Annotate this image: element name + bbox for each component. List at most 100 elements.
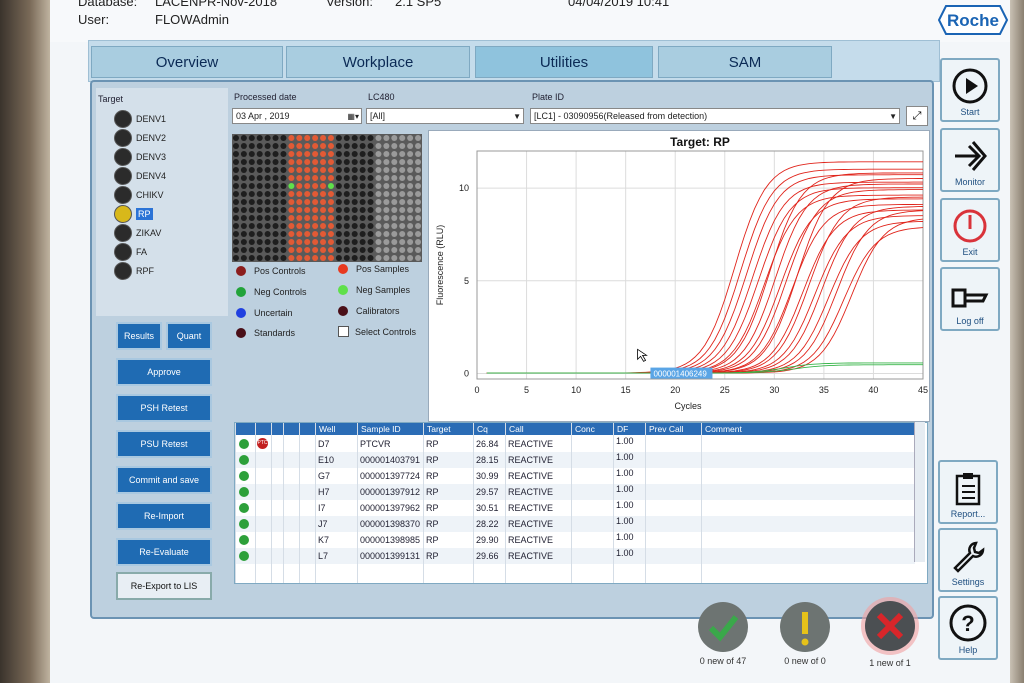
plate-well[interactable] [272,142,279,150]
plate-well[interactable] [335,238,342,246]
plate-well[interactable] [383,214,390,222]
plate-well[interactable] [312,238,319,246]
plate-well[interactable] [280,230,287,238]
plate-well[interactable] [304,254,311,262]
plate-well[interactable] [407,246,414,254]
plate-well[interactable] [288,230,295,238]
reexport-lis-button[interactable]: Re-Export to LIS [116,572,212,600]
reevaluate-button[interactable]: Re-Evaluate [116,538,212,566]
plate-well[interactable] [304,174,311,182]
plate-well[interactable] [367,214,374,222]
plate-well[interactable] [288,222,295,230]
plate-well[interactable] [232,182,239,190]
plate-well[interactable] [399,182,406,190]
plate-well[interactable] [296,134,303,142]
plate-well[interactable] [256,230,263,238]
plate-well[interactable] [280,150,287,158]
plate-well[interactable] [272,198,279,206]
plate-well[interactable] [375,198,382,206]
plate-well[interactable] [248,190,255,198]
plate-well[interactable] [359,238,366,246]
plate-well[interactable] [351,166,358,174]
plate-well[interactable] [280,166,287,174]
table-header-conc[interactable]: Conc [571,423,613,435]
plate-well[interactable] [312,150,319,158]
processed-date-field[interactable]: 03 Apr , 2019 ▦▾ [232,108,362,124]
plate-well[interactable] [232,214,239,222]
plate-well[interactable] [256,142,263,150]
plate-well[interactable] [415,158,422,166]
plate-well[interactable] [367,254,374,262]
plate-well[interactable] [296,190,303,198]
plate-well[interactable] [312,246,319,254]
plate-well[interactable] [280,222,287,230]
table-header-well[interactable]: Well [315,423,357,435]
yellow-indicator[interactable]: 0 new of 0 [770,600,840,666]
lc480-select[interactable]: [All] ▼ [366,108,524,124]
plate-well[interactable] [391,206,398,214]
plate-well[interactable] [240,134,247,142]
plate-well[interactable] [327,158,334,166]
plate-well[interactable] [391,150,398,158]
plate-well[interactable] [415,254,422,262]
table-row[interactable]: L7 000001399131 RP 29.66 REACTIVE 1.00 [235,548,915,564]
plate-well[interactable] [256,214,263,222]
plate-well[interactable] [264,150,271,158]
plate-well[interactable] [383,174,390,182]
plate-well[interactable] [280,198,287,206]
plate-well[interactable] [335,222,342,230]
plate-well[interactable] [232,158,239,166]
psu-retest-button[interactable]: PSU Retest [116,430,212,458]
plate-well[interactable] [399,246,406,254]
plate-well[interactable] [359,198,366,206]
table-header-prev-call[interactable]: Prev Call [645,423,701,435]
plate-well[interactable] [391,222,398,230]
plate-well[interactable] [343,134,350,142]
plate-well[interactable] [232,198,239,206]
plate-well[interactable] [312,206,319,214]
plate-well[interactable] [391,238,398,246]
table-row[interactable]: I7 000001397962 RP 30.51 REACTIVE 1.00 [235,500,915,516]
plate-well[interactable] [240,214,247,222]
plate-well[interactable] [407,230,414,238]
plate-well[interactable] [407,166,414,174]
plate-well[interactable] [272,158,279,166]
plate-well[interactable] [248,182,255,190]
plate-well[interactable] [264,254,271,262]
plate-well[interactable] [272,230,279,238]
calendar-icon[interactable]: ▦▾ [347,112,359,121]
checkbox[interactable] [338,326,349,337]
plate-well[interactable] [407,150,414,158]
plate-well[interactable] [264,182,271,190]
plate-well[interactable] [343,190,350,198]
plate-well[interactable] [304,182,311,190]
plate-well[interactable] [312,214,319,222]
plate-well[interactable] [248,254,255,262]
plate-well[interactable] [248,150,255,158]
plate-well[interactable] [351,134,358,142]
plate-well[interactable] [240,206,247,214]
plate-well[interactable] [312,230,319,238]
plate-well[interactable] [256,222,263,230]
plate-well[interactable] [391,214,398,222]
plate-well[interactable] [399,150,406,158]
plate-well[interactable] [415,150,422,158]
plate-well[interactable] [240,230,247,238]
plate-well[interactable] [359,174,366,182]
plate-well[interactable] [383,166,390,174]
plate-well[interactable] [280,238,287,246]
plate-well[interactable] [399,238,406,246]
plate-well[interactable] [383,238,390,246]
table-row[interactable]: E10 000001403791 RP 28.15 REACTIVE 1.00 [235,452,915,468]
plate-well[interactable] [367,246,374,254]
plate-well[interactable] [304,214,311,222]
plate-well[interactable] [288,174,295,182]
plate-well[interactable] [256,238,263,246]
plate-well[interactable] [399,222,406,230]
plate-well[interactable] [375,214,382,222]
plate-well[interactable] [343,174,350,182]
plate-well[interactable] [391,174,398,182]
plate-well[interactable] [240,142,247,150]
plate-well[interactable] [240,158,247,166]
plate-well[interactable] [351,158,358,166]
